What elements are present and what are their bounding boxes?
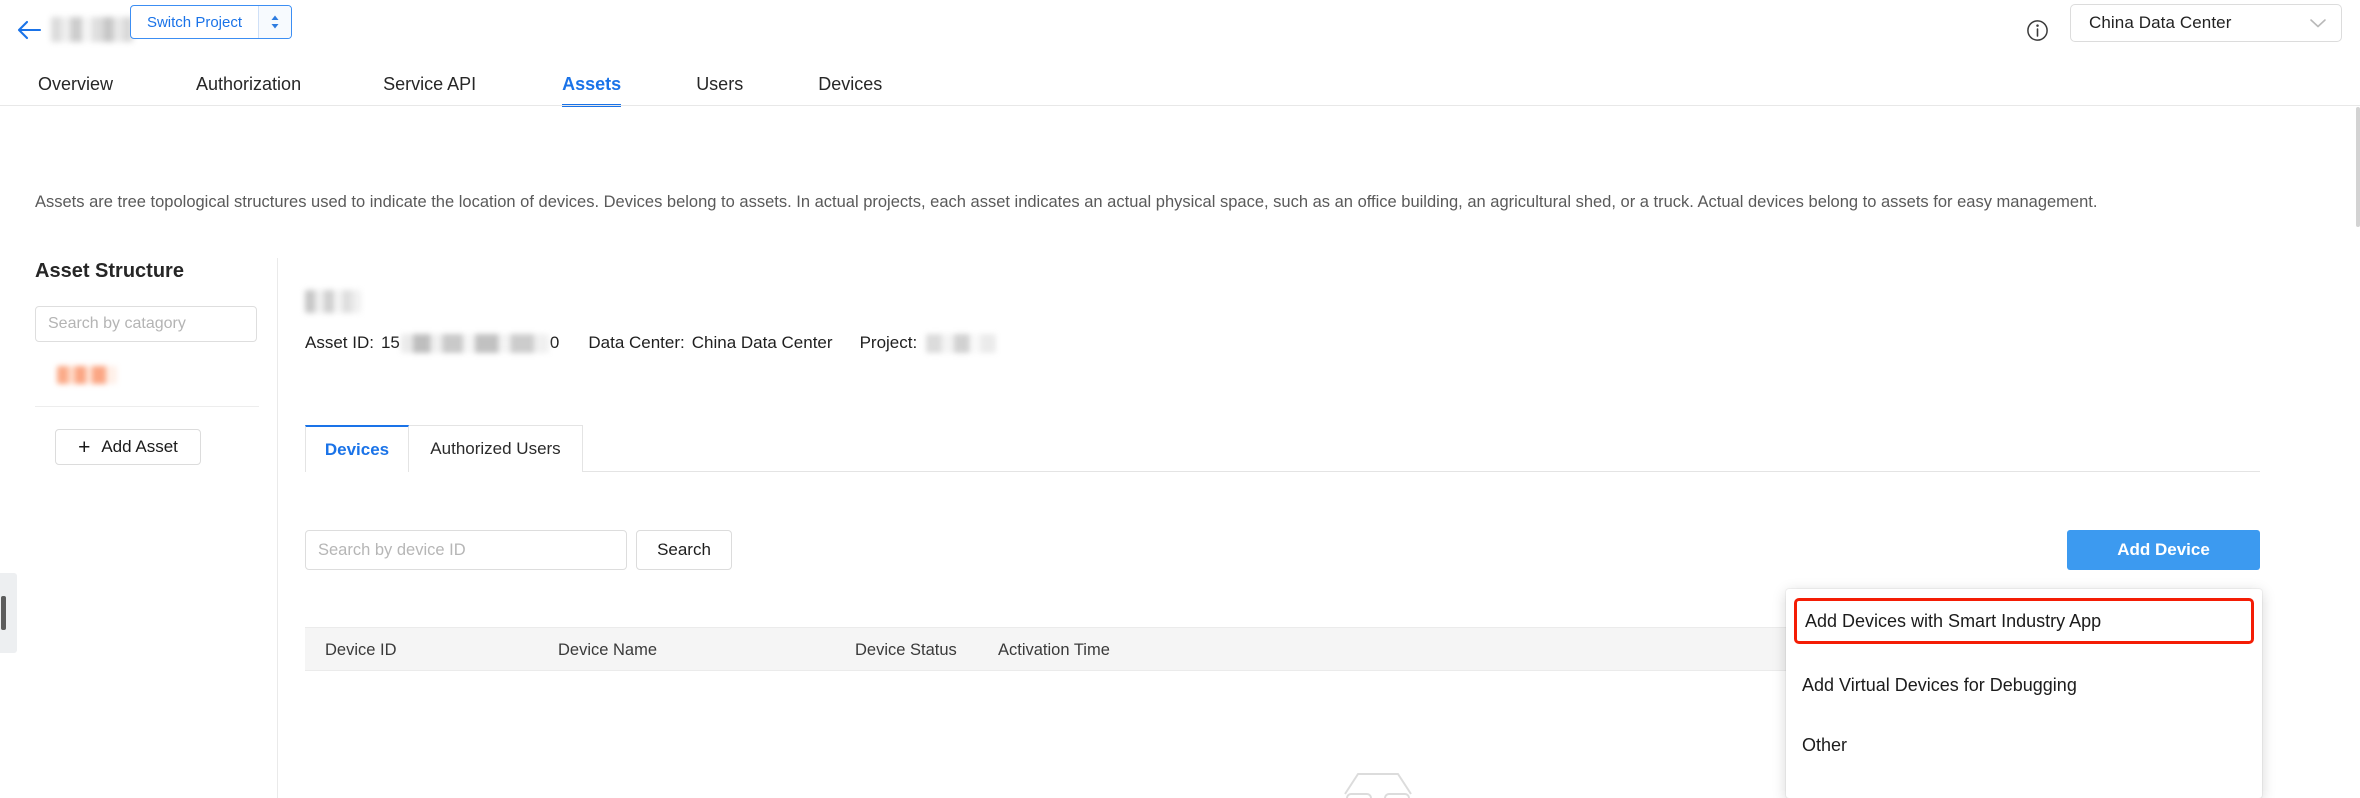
top-header: Switch Project China Data Center — [0, 0, 2360, 62]
asset-id-field: Asset ID: 15 0 — [305, 333, 559, 353]
add-device-button[interactable]: Add Device — [2067, 530, 2260, 570]
detail-subtabs: Devices Authorized Users — [305, 425, 2260, 473]
dropdown-item-other[interactable]: Other — [1786, 717, 2262, 773]
subtab-authorized-users[interactable]: Authorized Users — [408, 425, 583, 472]
collapsed-panel-handle[interactable] — [0, 573, 17, 653]
add-asset-label: Add Asset — [101, 437, 178, 456]
category-search-placeholder: Search by catagory — [48, 315, 186, 332]
nav-label: Users — [696, 73, 744, 94]
chevron-down-icon — [2309, 17, 2327, 29]
page-description: Assets are tree topological structures u… — [35, 193, 2098, 211]
subtab-label: Devices — [324, 439, 390, 459]
device-search-input[interactable]: Search by device ID — [305, 530, 627, 570]
column-header-device-id[interactable]: Device ID — [325, 628, 397, 672]
asset-id-prefix: 15 — [380, 333, 400, 352]
column-header-device-status[interactable]: Device Status — [855, 628, 957, 672]
add-device-dropdown-menu: Add Devices with Smart Industry App Add … — [1786, 589, 2262, 798]
subtab-devices[interactable]: Devices — [305, 425, 409, 473]
asset-meta-row: Asset ID: 15 0 Data Center: China Data C… — [305, 333, 997, 353]
asset-detail-header: Asset ID: 15 0 Data Center: China Data C… — [305, 290, 997, 353]
nav-bottom-rule — [0, 105, 2360, 106]
nav-item-assets[interactable]: Assets — [562, 62, 622, 107]
data-center-field: Data Center: China Data Center — [588, 333, 832, 353]
device-toolbar: Search by device ID Search Add Device — [305, 530, 2260, 570]
nav-item-devices[interactable]: Devices — [818, 62, 882, 106]
project-label: Project: — [859, 333, 918, 352]
sidebar-content-divider — [277, 258, 278, 798]
search-button[interactable]: Search — [636, 530, 732, 570]
asset-id-label: Asset ID: — [305, 333, 374, 352]
nav-label: Assets — [562, 73, 622, 94]
add-asset-button[interactable]: + Add Asset — [55, 429, 201, 465]
empty-state-illustration — [1318, 760, 1438, 798]
switch-project-label: Switch Project — [146, 13, 243, 31]
info-circle-icon[interactable] — [2019, 11, 2055, 49]
dropdown-item-smart-industry-app[interactable]: Add Devices with Smart Industry App — [1794, 598, 2254, 644]
asset-structure-sidebar: Asset Structure Search by catagory + Add… — [35, 260, 259, 465]
sidebar-rule — [35, 406, 259, 407]
nav-item-overview[interactable]: Overview — [38, 62, 113, 106]
sidebar-title: Asset Structure — [35, 260, 184, 282]
data-center-value: China Data Center — [2089, 13, 2232, 32]
dropdown-item-label: Other — [1802, 734, 1848, 755]
category-search-input[interactable]: Search by catagory — [35, 306, 257, 342]
nav-label: Devices — [818, 73, 883, 94]
project-value-redacted — [926, 333, 997, 353]
dropdown-item-label: Add Virtual Devices for Debugging — [1802, 674, 2077, 695]
nav-label: Authorization — [196, 73, 302, 94]
column-header-activation-time[interactable]: Activation Time — [998, 628, 1110, 672]
subtabs-filler — [583, 425, 2260, 471]
plus-icon: + — [78, 435, 91, 459]
asset-name-redacted — [305, 290, 361, 313]
search-button-label: Search — [657, 540, 711, 559]
vertical-scrollbar-thumb[interactable] — [2356, 107, 2360, 227]
dropdown-item-virtual-devices[interactable]: Add Virtual Devices for Debugging — [1786, 657, 2262, 713]
nav-label: Overview — [38, 73, 114, 94]
nav-label: Service API — [383, 73, 477, 94]
asset-id-suffix: 0 — [549, 333, 560, 352]
updown-caret-icon[interactable] — [258, 6, 291, 38]
switch-project-button[interactable]: Switch Project — [130, 5, 292, 39]
add-device-label: Add Device — [2117, 540, 2210, 559]
device-search-placeholder: Search by device ID — [318, 540, 466, 559]
data-center-select[interactable]: China Data Center — [2070, 4, 2342, 42]
back-arrow-icon[interactable] — [10, 11, 48, 49]
nav-item-service-api[interactable]: Service API — [383, 62, 476, 106]
project-field: Project: — [860, 333, 997, 353]
column-header-device-name[interactable]: Device Name — [558, 628, 657, 672]
primary-nav: Overview Authorization Service API Asset… — [0, 62, 2360, 107]
nav-item-authorization[interactable]: Authorization — [196, 62, 301, 106]
data-center-label: Data Center: — [588, 333, 685, 352]
dropdown-item-label: Add Devices with Smart Industry App — [1805, 610, 2102, 631]
project-name-redacted — [51, 17, 133, 42]
subtab-label: Authorized Users — [430, 439, 561, 458]
nav-item-users[interactable]: Users — [696, 62, 743, 106]
asset-id-redacted — [400, 333, 549, 353]
asset-tree-node-redacted[interactable] — [57, 366, 117, 384]
data-center-value: China Data Center — [691, 333, 833, 352]
panel-grip-icon — [1, 596, 6, 630]
